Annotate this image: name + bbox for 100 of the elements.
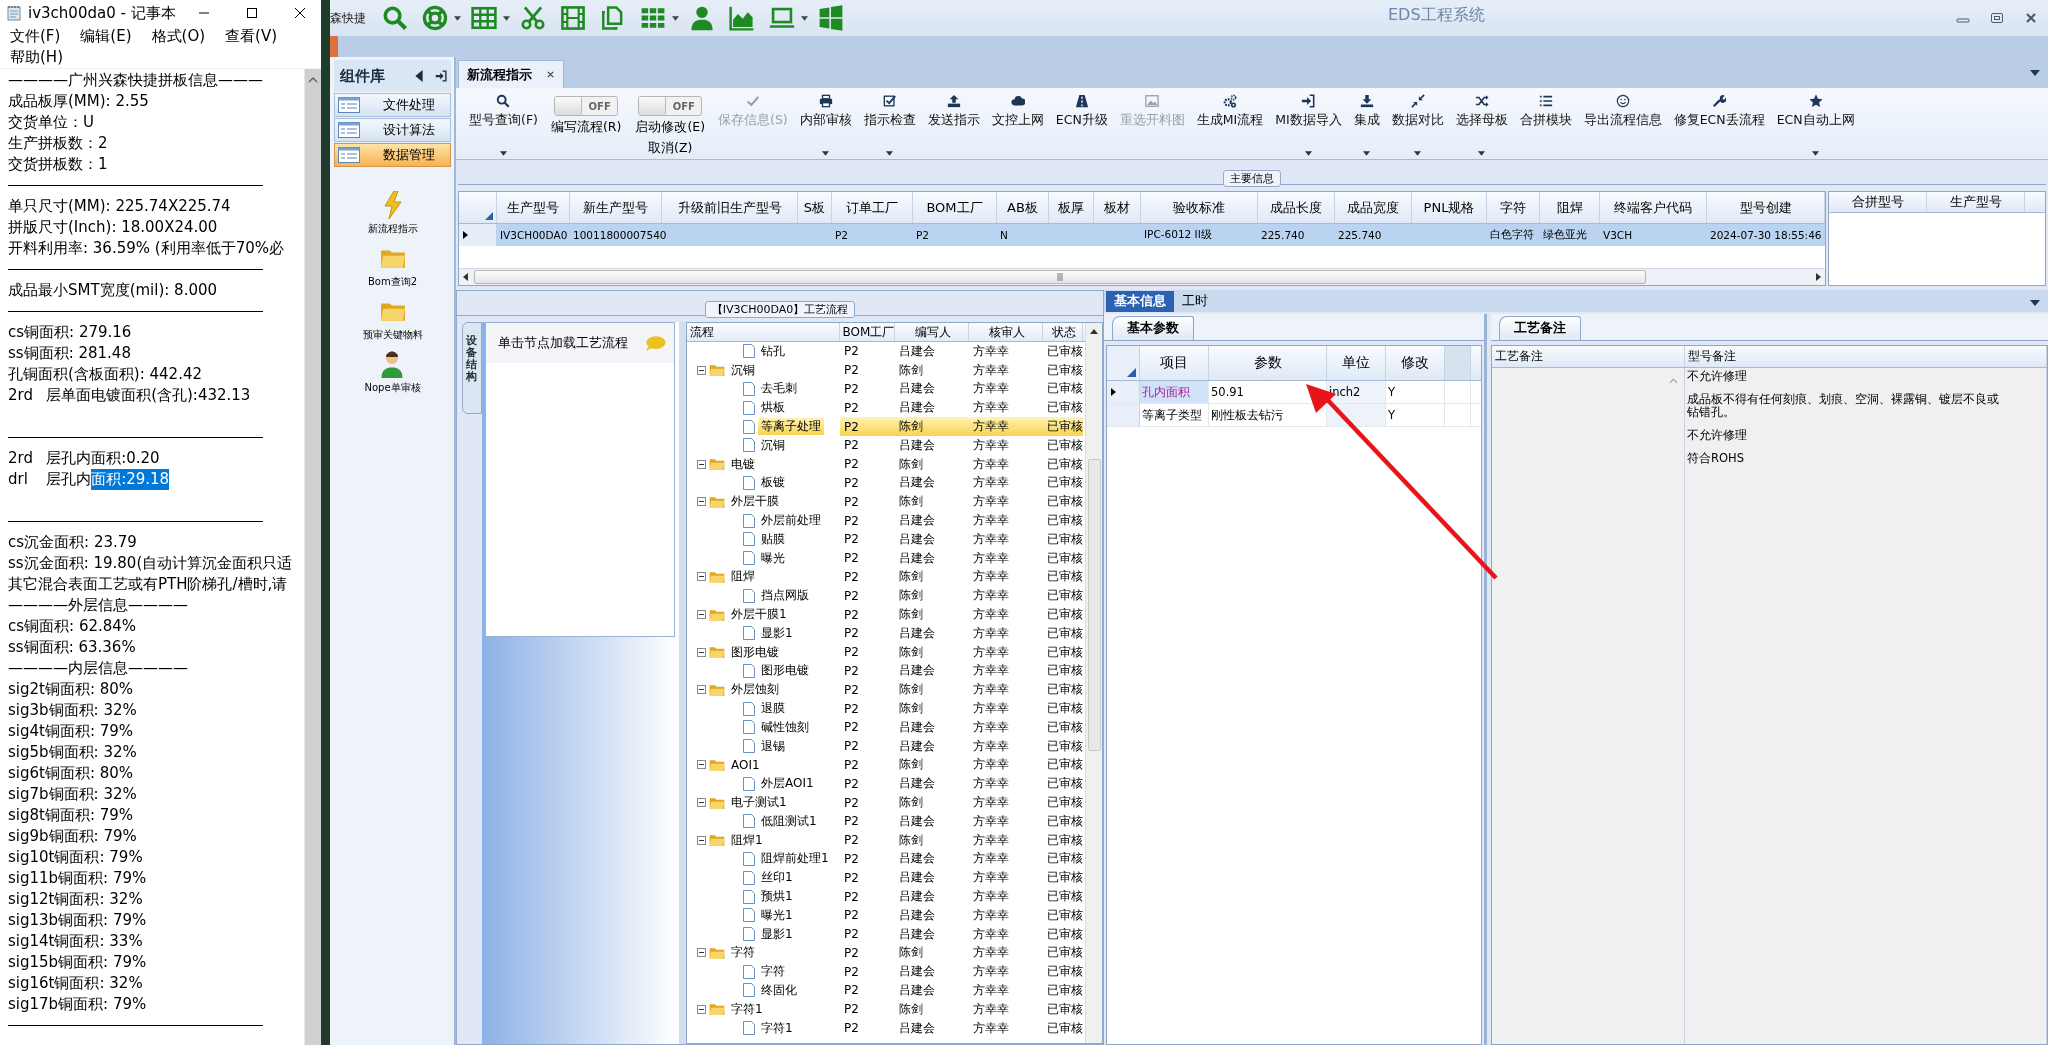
column-header[interactable]: 核审人 [969,323,1043,341]
tree-row[interactable]: 外层干膜 P2 陈剑 方幸幸 已审核 [687,492,1085,512]
collapse-icon[interactable] [697,685,706,695]
table-row[interactable]: IV3CH00DA0 10011800007540 P2 P2 N IPC-6012 II级 225.740 225.740 白色字符 绿色亚光 V3CH 2024-07-30 18:55:46 [459,224,1825,246]
caret-icon[interactable] [1304,151,1312,156]
scroll-left-icon[interactable] [463,273,468,281]
tree-row[interactable]: 退锡 P2 吕建会 方幸幸 已审核 [687,736,1085,756]
toggle-switch[interactable]: OFF [554,96,619,116]
column-header[interactable]: 流程 [687,323,840,341]
menu-item[interactable]: 查看(V) [225,26,277,47]
toolbar-button[interactable]: 合拼模块 [1516,92,1575,131]
tab[interactable]: 工艺备注 [1499,316,1581,340]
tree-row[interactable]: 阻焊前处理1 P2 吕建会 方幸幸 已审核 [687,849,1085,869]
close-icon[interactable] [294,7,306,19]
column-header[interactable]: 订单工厂 [832,192,913,223]
tree-row[interactable]: 字符 P2 陈剑 方幸幸 已审核 [687,943,1085,963]
module-item[interactable]: 预审关键物料 [362,297,423,342]
tree-row[interactable]: AOI1 P2 陈剑 方幸幸 已审核 [687,755,1085,775]
tree-row[interactable]: 图形电镀 P2 吕建会 方幸幸 已审核 [687,661,1085,681]
collapse-icon[interactable] [697,365,706,375]
caret-icon[interactable] [1478,151,1486,156]
collapse-icon[interactable] [697,948,706,958]
tree-row[interactable]: 外层蚀刻 P2 陈剑 方幸幸 已审核 [687,680,1085,700]
caret-icon[interactable] [886,151,894,156]
toolbar-button[interactable]: MI数据导入 [1272,92,1345,131]
column-header[interactable]: 生产型号 [1927,192,2025,212]
menu-item[interactable]: 帮助(H) [10,47,63,68]
collapse-icon[interactable] [697,760,706,770]
tree-row[interactable]: 外层干膜1 P2 陈剑 方幸幸 已审核 [687,605,1085,624]
tree-row[interactable]: 显影1 P2 吕建会 方幸幸 已审核 [687,924,1085,944]
toolbar-button[interactable]: 生成MI流程 [1193,92,1267,131]
tree-row[interactable]: 外层AOI1 P2 吕建会 方幸幸 已审核 [687,774,1085,794]
column-header[interactable]: BOM工厂 [913,192,997,223]
tree-row[interactable]: 电镀 P2 陈剑 方幸幸 已审核 [687,454,1085,474]
caret-icon[interactable] [672,15,679,21]
close-icon[interactable] [546,70,555,79]
column-header[interactable]: 编写人 [895,323,969,341]
tab[interactable]: 基本参数 [1112,316,1194,340]
table-row[interactable]: 等离子类型 刚性板去钻污 Y [1107,404,1481,427]
tree-row[interactable]: 板镀 P2 吕建会 方幸幸 已审核 [687,473,1085,493]
tree-row[interactable]: 等离子处理 P2 陈剑 方幸幸 已审核 [687,417,1085,436]
column-header[interactable]: 板材 [1094,192,1141,223]
column-header[interactable]: 生产型号 [497,192,570,223]
column-header[interactable]: 项目 [1140,346,1209,380]
caret-icon[interactable] [1812,151,1820,156]
tree-row[interactable]: 低阻测试1 P2 吕建会 方幸幸 已审核 [687,811,1085,831]
caret-icon[interactable] [1414,151,1422,156]
sidebar-section[interactable]: 设计算法 [334,118,451,142]
tree-row[interactable]: 挡点网版 P2 陈剑 方幸幸 已审核 [687,586,1085,606]
collapse-icon[interactable] [697,835,706,845]
column-header[interactable]: 型号备注 [1685,346,2047,367]
tree-row[interactable]: 阻焊1 P2 陈剑 方幸幸 已审核 [687,830,1085,850]
collapse-icon[interactable] [697,798,706,807]
toolbar-button[interactable]: 数据对比 [1388,92,1447,131]
collapse-icon[interactable] [697,497,706,507]
select-all-icon[interactable] [1127,368,1136,377]
column-header[interactable]: 字符 [1487,192,1540,223]
toolbar-button[interactable]: 文控上网 [988,92,1047,131]
column-header[interactable]: 状态 [1043,323,1083,341]
column-header[interactable]: AB板 [997,192,1049,223]
tree-row[interactable]: 显影1 P2 吕建会 方幸幸 已审核 [687,623,1085,643]
column-header[interactable]: 验收标准 [1141,192,1258,223]
collapse-arrow-icon[interactable] [413,70,425,82]
caret-icon[interactable] [454,15,461,21]
column-header[interactable]: 参数 [1209,346,1327,380]
vertical-tab[interactable]: 设备结构 [462,322,482,415]
menu-item[interactable]: 编辑(E) [80,26,132,47]
tree-row[interactable]: 预烘1 P2 吕建会 方幸幸 已审核 [687,887,1085,906]
toolbar-button[interactable]: 内部审核 [796,92,855,131]
tree-row[interactable]: 阻焊 P2 陈剑 方幸幸 已审核 [687,567,1085,587]
tree-row[interactable]: 钻孔 P2 吕建会 方幸幸 已审核 [687,342,1085,361]
tree-row[interactable]: 丝印1 P2 吕建会 方幸幸 已审核 [687,868,1085,888]
toggle-switch[interactable]: OFF [638,96,703,116]
vertical-scrollbar[interactable] [1085,323,1102,1043]
tab[interactable]: 工时 [1174,291,1216,312]
collapse-icon[interactable] [697,647,706,657]
caret-icon[interactable] [503,15,510,21]
module-item[interactable]: Nope单审核 [364,350,421,395]
toolbar-button[interactable]: 导出流程信息 [1580,92,1665,131]
column-header[interactable]: BOM工厂 [840,323,895,341]
tree-row[interactable]: 外层前处理 P2 吕建会 方幸幸 已审核 [687,511,1085,530]
select-all-icon[interactable] [485,212,493,220]
toolbar-button[interactable]: 选择母板 [1452,92,1511,131]
dropdown-caret-icon[interactable] [2030,300,2040,306]
caret-icon[interactable] [801,15,808,21]
tree-row[interactable]: 字符1 P2 吕建会 方幸幸 已审核 [687,1018,1085,1038]
tree-row[interactable]: 去毛刺 P2 吕建会 方幸幸 已审核 [687,379,1085,399]
caret-icon[interactable] [499,151,507,156]
toolbar-button[interactable]: 指示检查 [860,92,919,131]
toolbar-button[interactable]: 型号查询(F) [466,92,541,131]
scrollbar[interactable] [304,69,321,1045]
sidebar-section[interactable]: 文件处理 [334,93,451,117]
column-header[interactable]: 升级前旧生产型号 [662,192,798,223]
column-header[interactable]: 成品长度 [1258,192,1335,223]
collapse-icon[interactable] [697,1004,706,1014]
module-item[interactable]: Bom查询2 [367,244,418,289]
column-header[interactable]: PNL规格 [1412,192,1487,223]
column-header[interactable]: 阻焊 [1540,192,1600,223]
caret-icon[interactable] [822,151,830,156]
toolbar-button[interactable]: 发送指示 [924,92,983,131]
